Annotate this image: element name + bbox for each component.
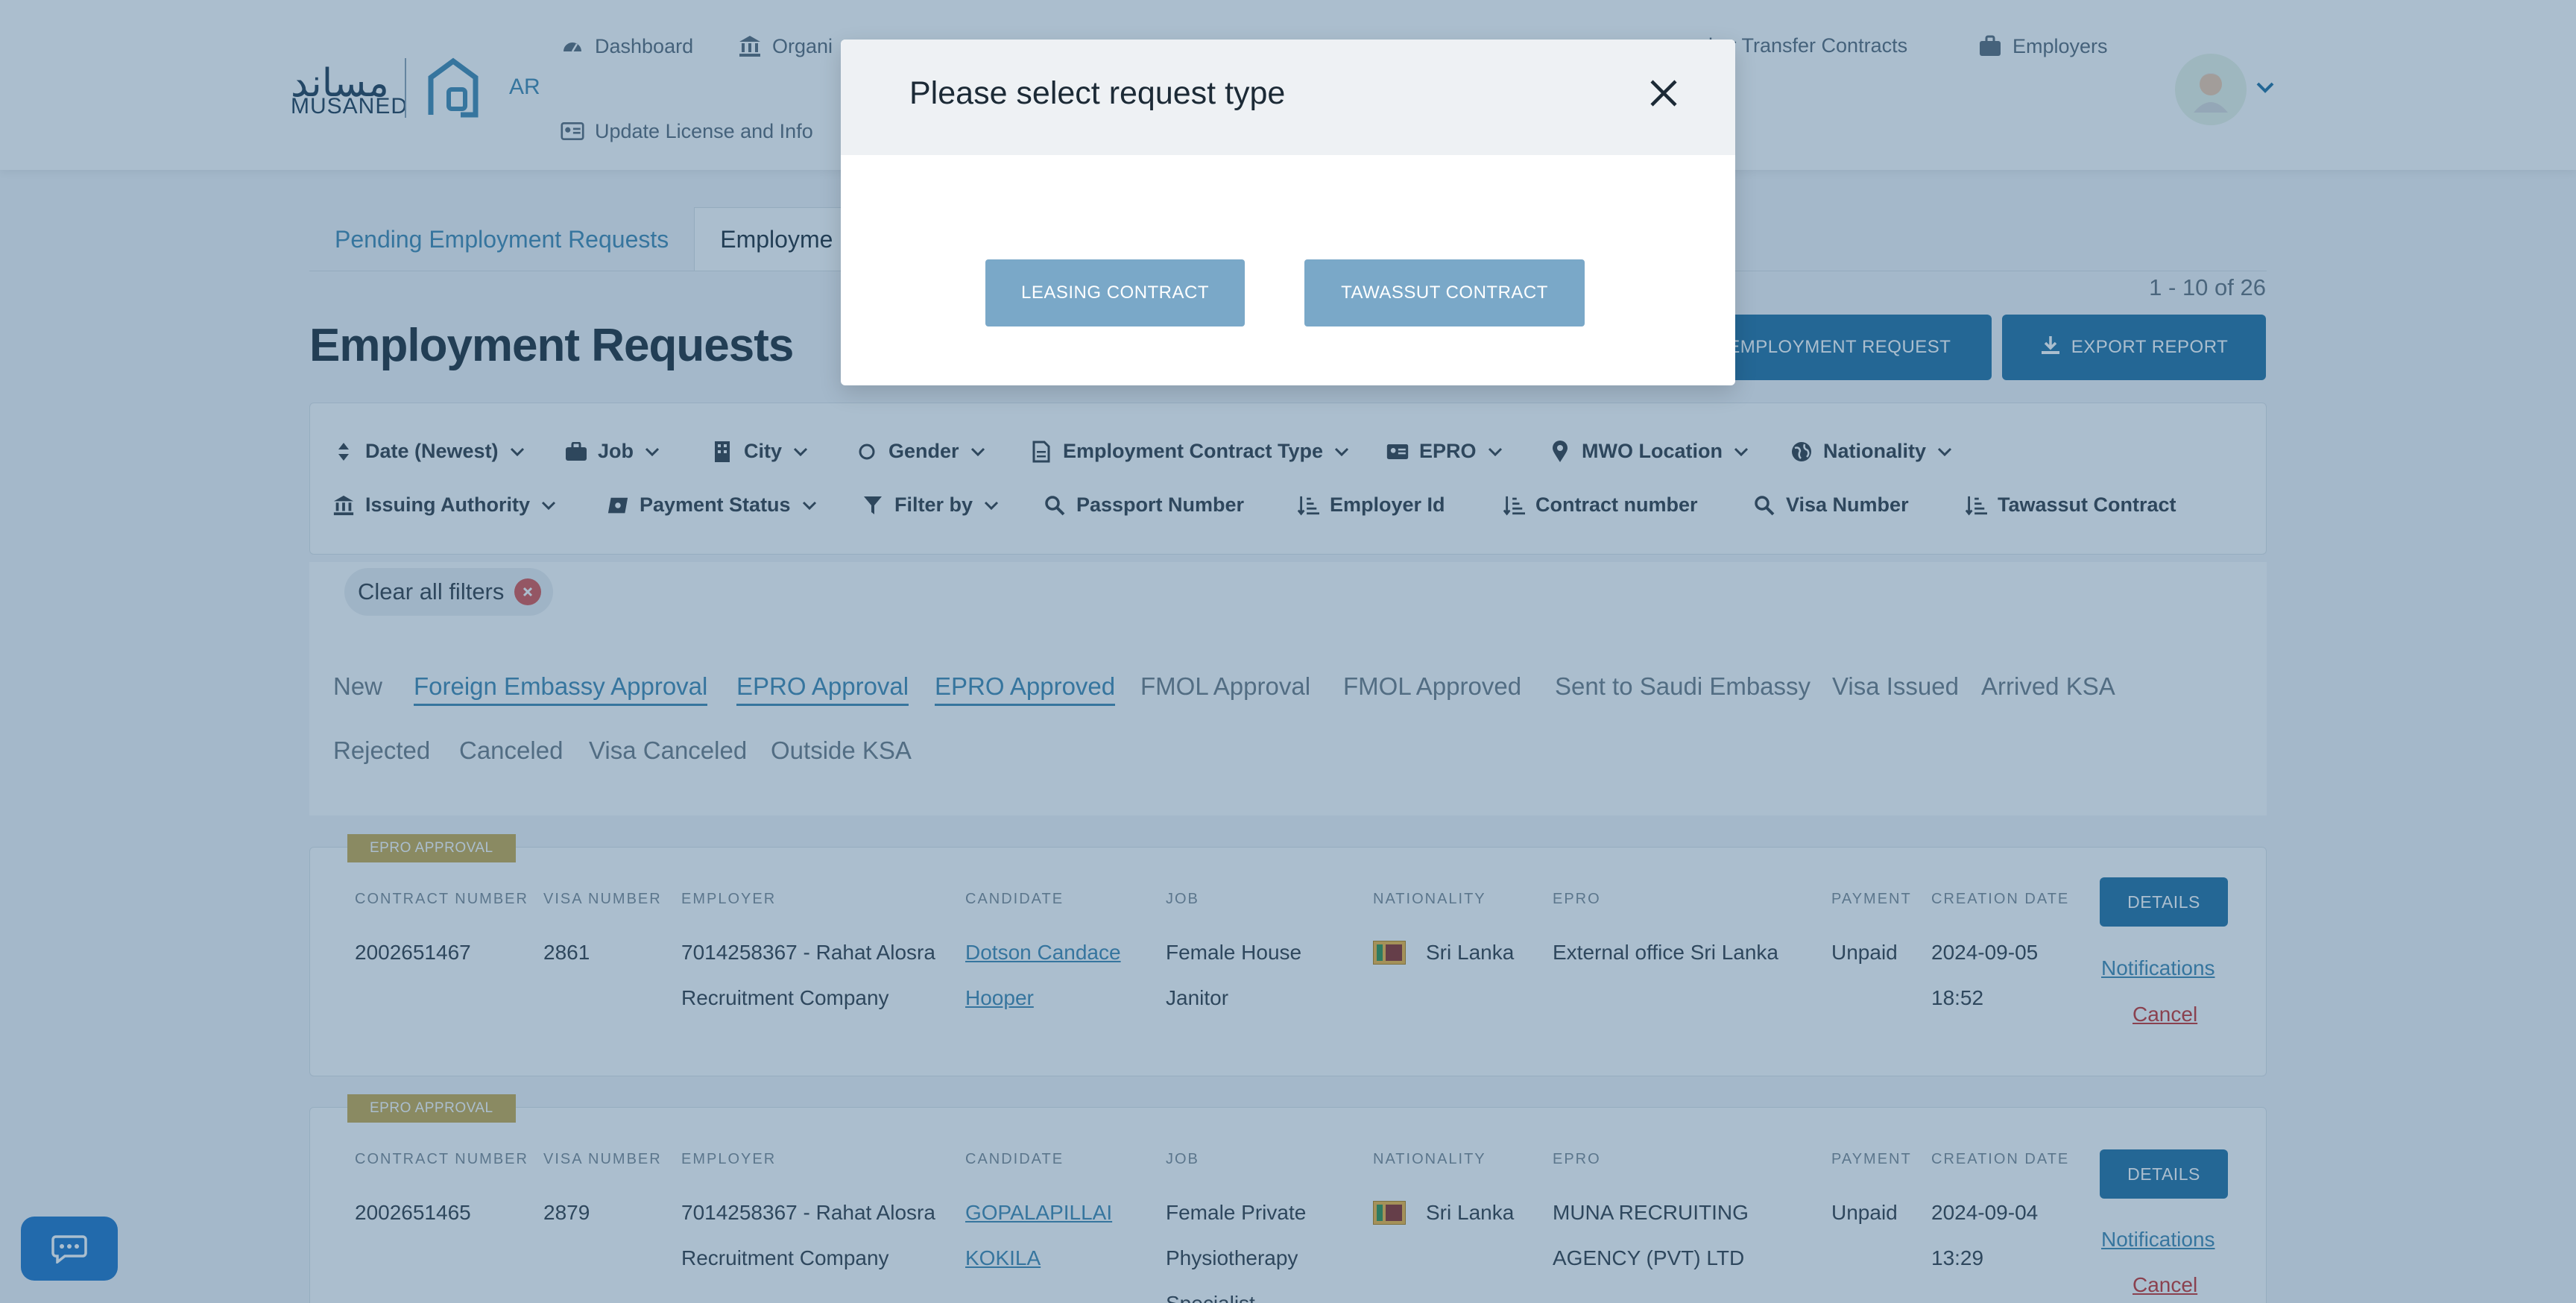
request-type-modal: Please select request type LEASING CONTR… <box>841 40 1735 385</box>
page: مساند MUSANED AR Dashboard Organi ker Tr… <box>0 0 2576 1303</box>
modal-title: Please select request type <box>909 75 1286 111</box>
leasing-contract-button[interactable]: LEASING CONTRACT <box>985 259 1245 326</box>
modal-header: Please select request type <box>841 40 1735 155</box>
tawassut-contract-button[interactable]: TAWASSUT CONTRACT <box>1304 259 1585 326</box>
close-icon[interactable] <box>1643 72 1685 114</box>
